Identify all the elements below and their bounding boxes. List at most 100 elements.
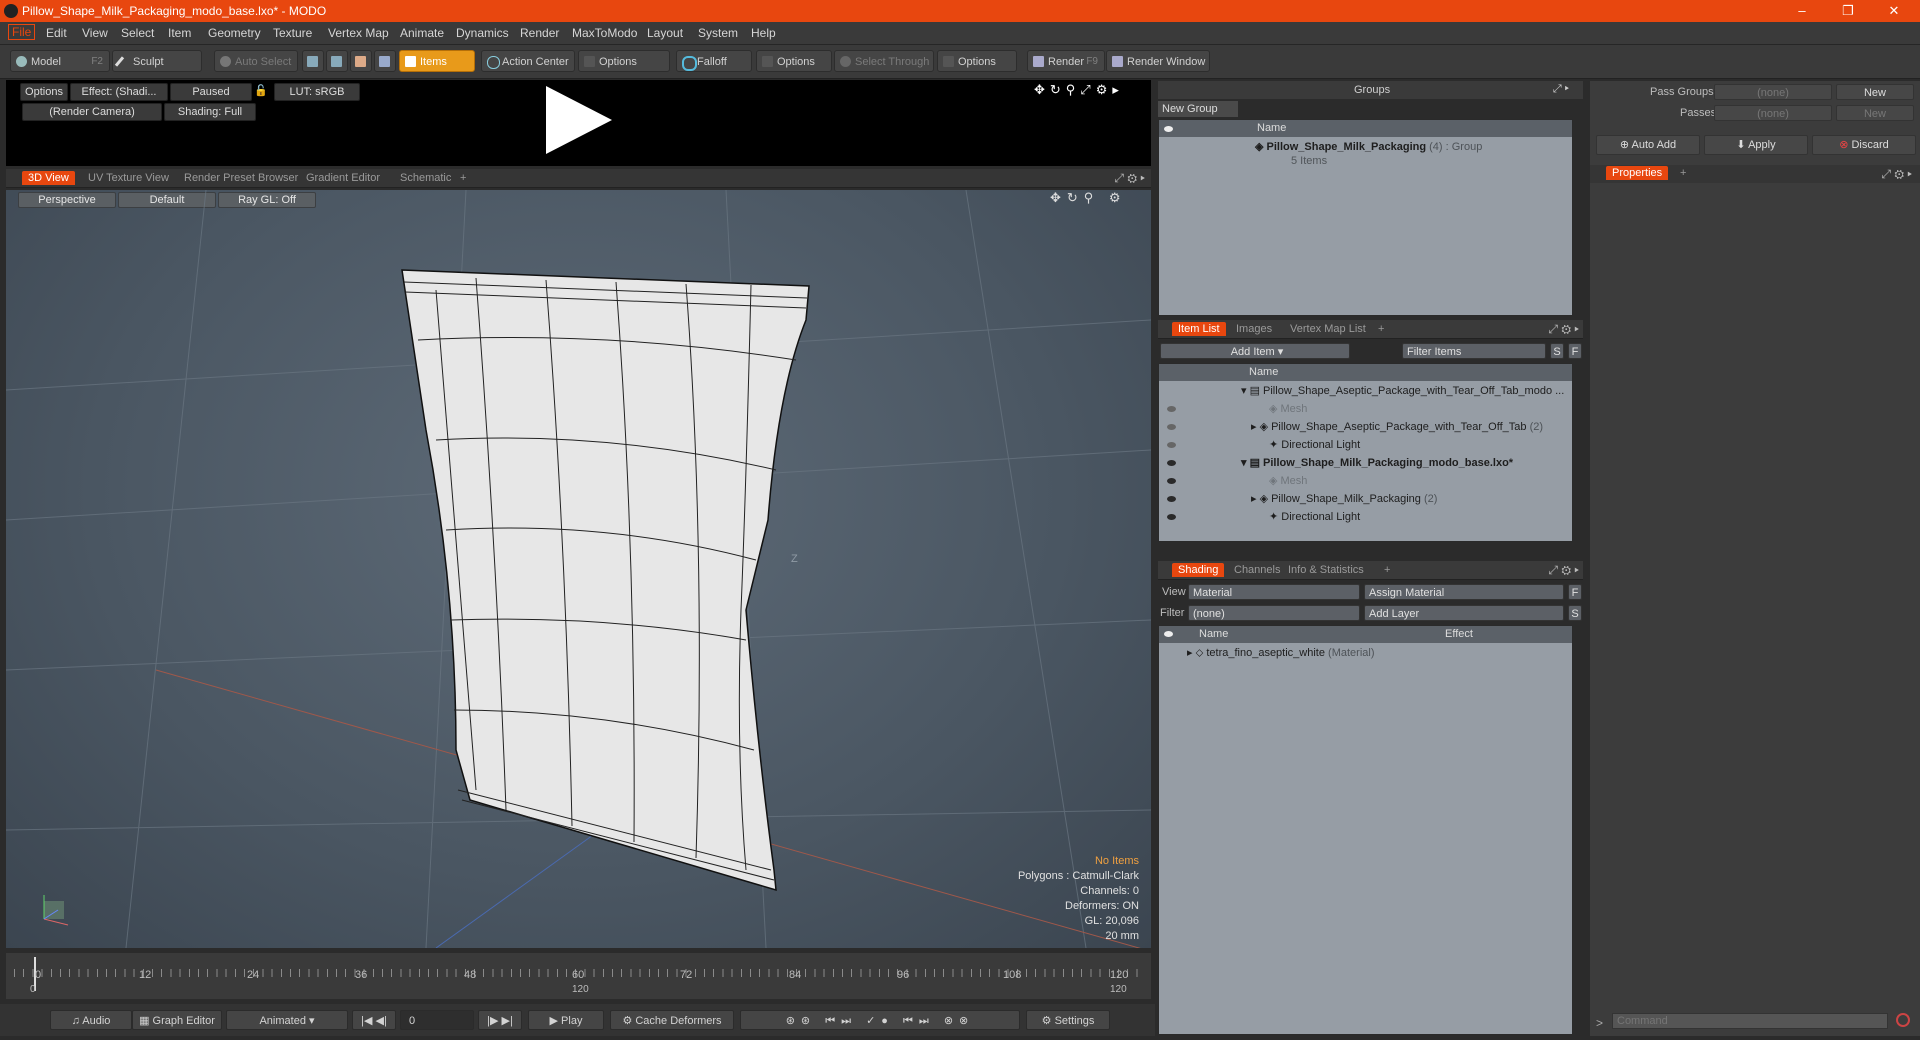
filter-items-input[interactable]: Filter Items bbox=[1402, 343, 1546, 359]
record-icon[interactable] bbox=[1896, 1013, 1910, 1027]
shader-tree[interactable]: Name Effect ▸ ⬦ tetra_fino_aseptic_white… bbox=[1158, 625, 1573, 1035]
add-itemlist-tab[interactable]: + bbox=[1372, 322, 1390, 336]
tab-channels[interactable]: Channels bbox=[1228, 563, 1286, 577]
tab-info-statistics[interactable]: Info & Statistics bbox=[1282, 563, 1370, 577]
shading-s-button[interactable]: S bbox=[1568, 605, 1582, 621]
item-list[interactable]: Name ▾ ▤ Pillow_Shape_Aseptic_Package_wi… bbox=[1158, 363, 1573, 542]
eye-icon[interactable] bbox=[1167, 406, 1176, 412]
groups-list[interactable]: Name ◈ Pillow_Shape_Milk_Packaging (4) :… bbox=[1158, 119, 1573, 316]
menu-texture[interactable]: Texture bbox=[273, 26, 312, 40]
key-tools-icons[interactable]: ⊛⊛ ⏮⏭ ✓● ⏮⏭ ⊗⊗ bbox=[740, 1010, 1020, 1030]
render-preview[interactable]: Options Effect: (Shadi... Paused 🔓 LUT: … bbox=[6, 80, 1151, 166]
shading-f-button[interactable]: F bbox=[1568, 584, 1582, 600]
gear-icon[interactable]: ⤢ ⚙ ▸ bbox=[1114, 171, 1145, 186]
list-item-scene-aseptic[interactable]: ▾ ▤ Pillow_Shape_Aseptic_Package_with_Te… bbox=[1241, 382, 1564, 400]
step-end-buttons[interactable]: |▶ ▶| bbox=[478, 1010, 522, 1030]
list-item-mesh-1[interactable]: ◈ Mesh bbox=[1269, 400, 1307, 418]
add-layer-dropdown[interactable]: Add Layer bbox=[1364, 605, 1564, 621]
menu-file[interactable]: File bbox=[8, 24, 36, 40]
menu-dynamics[interactable]: Dynamics bbox=[456, 26, 509, 40]
preview-paused-button[interactable]: Paused bbox=[170, 83, 252, 101]
command-input[interactable] bbox=[1612, 1013, 1888, 1029]
add-item-dropdown[interactable]: Add Item ▾ bbox=[1160, 343, 1350, 359]
tab-properties[interactable]: Properties bbox=[1606, 166, 1669, 180]
eye-icon[interactable] bbox=[1164, 126, 1173, 132]
frame-input[interactable]: 0 bbox=[400, 1010, 474, 1030]
discard-button[interactable]: ⊗ Discard bbox=[1812, 135, 1916, 155]
shading-gear-icon[interactable]: ⤢ ⚙ ▸ bbox=[1548, 563, 1579, 578]
new-group-button[interactable]: New Group bbox=[1158, 101, 1238, 117]
filter-f-button[interactable]: F bbox=[1568, 343, 1582, 359]
properties-gear-icon[interactable]: ⤢ ⚙ ▸ bbox=[1881, 167, 1912, 182]
render-window-button[interactable]: Render Window bbox=[1106, 50, 1210, 72]
filter-s-button[interactable]: S bbox=[1550, 343, 1564, 359]
graph-editor-button[interactable]: ▦ Graph Editor bbox=[132, 1010, 222, 1030]
preview-lut-dropdown[interactable]: LUT: sRGB bbox=[274, 83, 360, 101]
play-icon[interactable] bbox=[546, 86, 612, 154]
eye-icon[interactable] bbox=[1167, 514, 1176, 520]
items-mode-button[interactable]: Items bbox=[399, 50, 475, 72]
select-through-button[interactable]: Select Through bbox=[834, 50, 934, 72]
falloff-options-button[interactable]: Options bbox=[756, 50, 832, 72]
menu-system[interactable]: System bbox=[698, 26, 738, 40]
tab-images[interactable]: Images bbox=[1230, 322, 1278, 336]
edge-mode-button[interactable] bbox=[326, 50, 348, 72]
menu-help[interactable]: Help bbox=[751, 26, 776, 40]
tab-3d-view[interactable]: 3D View bbox=[22, 171, 75, 185]
action-center-options-button[interactable]: Options bbox=[578, 50, 670, 72]
menu-select[interactable]: Select bbox=[121, 26, 154, 40]
render-button[interactable]: Render F9 bbox=[1027, 50, 1105, 72]
tab-item-list[interactable]: Item List bbox=[1172, 322, 1226, 336]
tab-uv-texture-view[interactable]: UV Texture View bbox=[82, 171, 175, 185]
add-shading-tab[interactable]: + bbox=[1378, 563, 1396, 577]
eye-icon[interactable] bbox=[1167, 460, 1176, 466]
itemlist-gear-icon[interactable]: ⤢ ⚙ ▸ bbox=[1548, 322, 1579, 337]
tab-vertex-map-list[interactable]: Vertex Map List bbox=[1284, 322, 1372, 336]
assign-material-button[interactable]: Assign Material bbox=[1364, 584, 1564, 600]
menu-geometry[interactable]: Geometry bbox=[208, 26, 261, 40]
pass-groups-dropdown[interactable]: (none) bbox=[1714, 84, 1832, 100]
menu-edit[interactable]: Edit bbox=[46, 26, 67, 40]
list-item-light-2[interactable]: ✦ Directional Light bbox=[1269, 508, 1360, 526]
timeline[interactable]: 0 12 24 36 48 60 72 84 96 108 120 0 120 … bbox=[6, 953, 1151, 999]
auto-add-button[interactable]: ⊕ Auto Add bbox=[1596, 135, 1700, 155]
falloff-button[interactable]: Falloff bbox=[676, 50, 752, 72]
select-through-options-button[interactable]: Options bbox=[937, 50, 1017, 72]
preview-nav-icons[interactable]: ✥↻⚲⤢⚙▸ bbox=[1034, 82, 1124, 98]
list-item-aseptic-group[interactable]: ▸ ◈ Pillow_Shape_Aseptic_Package_with_Te… bbox=[1251, 418, 1543, 436]
3d-viewport[interactable]: Perspective Default Ray GL: Off ✥↻⚲ ⚙ Z … bbox=[6, 190, 1151, 948]
menu-layout[interactable]: Layout bbox=[647, 26, 683, 40]
eye-icon[interactable] bbox=[1167, 424, 1176, 430]
groups-expand-icon[interactable]: ⤢ ▸ bbox=[1553, 83, 1569, 96]
auto-select-button[interactable]: Auto Select bbox=[214, 50, 298, 72]
preview-effect-dropdown[interactable]: Effect: (Shadi... bbox=[70, 83, 168, 101]
view-dropdown[interactable]: Material bbox=[1188, 584, 1360, 600]
preview-camera-dropdown[interactable]: (Render Camera) bbox=[22, 103, 162, 121]
add-properties-tab[interactable]: + bbox=[1674, 166, 1692, 180]
close-button[interactable]: ✕ bbox=[1874, 2, 1914, 20]
sculpt-button[interactable]: Sculpt bbox=[112, 50, 202, 72]
tab-shading[interactable]: Shading bbox=[1172, 563, 1225, 577]
apply-button[interactable]: ⬇ Apply bbox=[1704, 135, 1808, 155]
pillow-package-mesh[interactable] bbox=[401, 269, 810, 892]
menu-vertex-map[interactable]: Vertex Map bbox=[328, 26, 389, 40]
eye-icon[interactable] bbox=[1164, 631, 1173, 637]
add-tab-button[interactable]: + bbox=[454, 171, 472, 185]
eye-icon[interactable] bbox=[1167, 478, 1176, 484]
list-item-mesh-2[interactable]: ◈ Mesh bbox=[1269, 472, 1307, 490]
menu-item[interactable]: Item bbox=[168, 26, 191, 40]
tab-schematic[interactable]: Schematic bbox=[394, 171, 457, 185]
cache-deformers-button[interactable]: ⚙ Cache Deformers bbox=[610, 1010, 734, 1030]
tab-render-preset-browser[interactable]: Render Preset Browser bbox=[178, 171, 304, 185]
filter-dropdown[interactable]: (none) bbox=[1188, 605, 1360, 621]
settings-button[interactable]: ⚙ Settings bbox=[1026, 1010, 1110, 1030]
menu-view[interactable]: View bbox=[82, 26, 108, 40]
new-pass-group-button[interactable]: New bbox=[1836, 84, 1914, 100]
list-item-milk-group[interactable]: ▸ ◈ Pillow_Shape_Milk_Packaging (2) bbox=[1251, 490, 1437, 508]
play-button[interactable]: ▶ Play bbox=[528, 1010, 604, 1030]
minimize-button[interactable]: – bbox=[1782, 2, 1822, 20]
animated-dropdown[interactable]: Animated ▾ bbox=[226, 1010, 348, 1030]
vertex-mode-button[interactable] bbox=[302, 50, 324, 72]
menu-animate[interactable]: Animate bbox=[400, 26, 444, 40]
passes-dropdown[interactable]: (none) bbox=[1714, 105, 1832, 121]
